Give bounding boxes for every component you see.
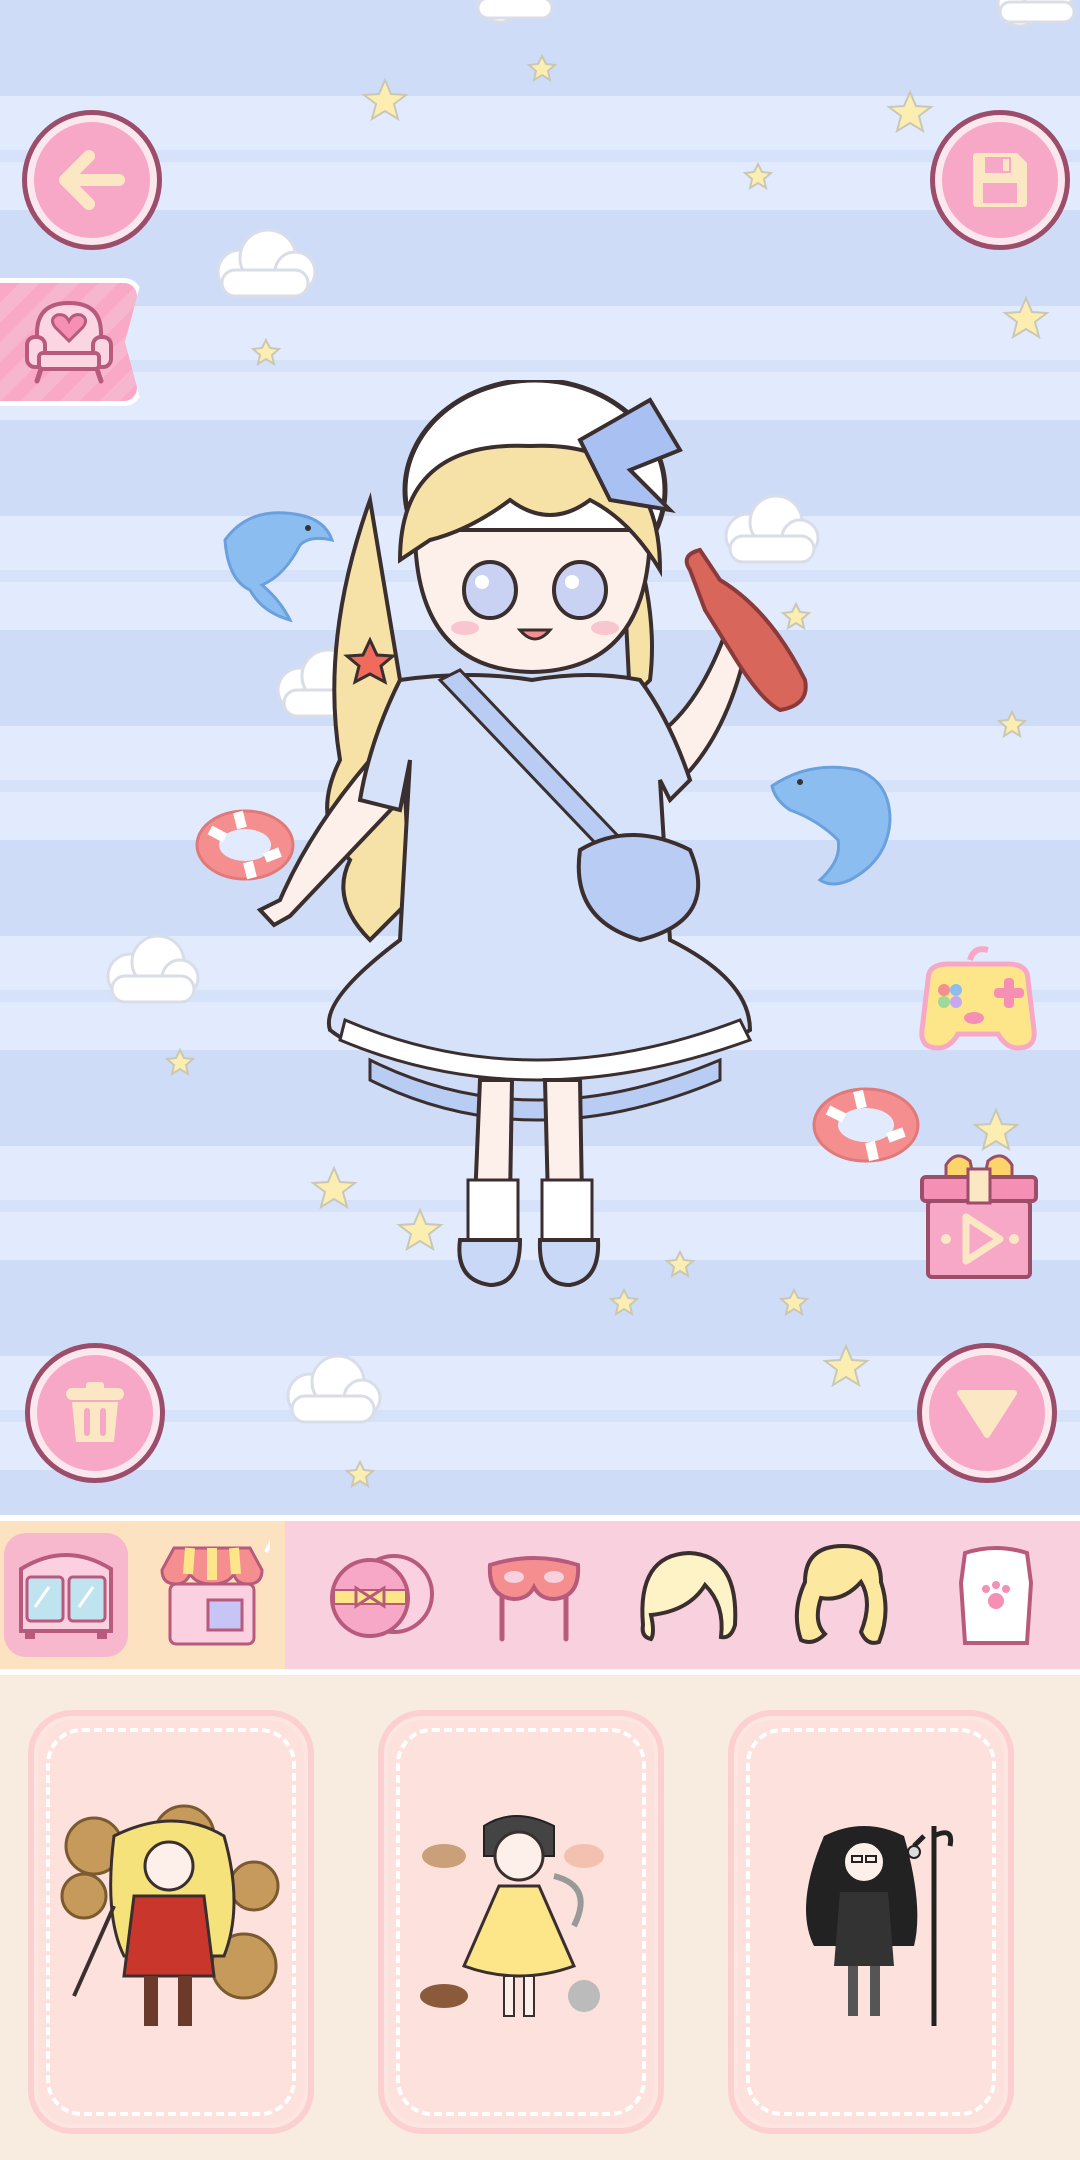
shirt-icon [958, 1546, 1034, 1645]
back-button[interactable] [22, 110, 162, 250]
eye-mask-icon [487, 1556, 581, 1642]
star-icon [361, 77, 409, 122]
triangle-down-icon [929, 1355, 1045, 1471]
collapse-button[interactable] [917, 1343, 1057, 1483]
yellow-dress-outfit-thumbnail [420, 1815, 604, 2017]
category-bar [0, 1515, 1080, 1675]
tab-long-hair[interactable] [780, 1533, 904, 1657]
star-icon [344, 1459, 376, 1489]
star-icon [886, 89, 934, 134]
dressup-stage [0, 0, 1080, 1515]
gamepad-icon[interactable] [908, 940, 1048, 1070]
tab-makeup[interactable] [320, 1533, 444, 1657]
save-button[interactable] [930, 110, 1070, 250]
star-icon [742, 161, 774, 191]
tab-shop[interactable] [150, 1533, 274, 1657]
heart-sofa-icon [24, 300, 113, 384]
star-icon [164, 1047, 196, 1077]
long-hair-icon [794, 1543, 888, 1645]
furniture-tab[interactable] [0, 278, 142, 406]
cloud-icon [476, 0, 554, 24]
doll-character[interactable] [250, 380, 810, 1340]
trash-icon [37, 1355, 153, 1471]
outfit-card-steampunk[interactable] [28, 1710, 314, 2134]
save-disk-icon [942, 122, 1058, 238]
short-hair-icon [640, 1550, 738, 1642]
black-gothic-outfit-thumbnail [806, 1826, 954, 2026]
star-icon [996, 709, 1028, 739]
steampunk-outfit-thumbnail [60, 1804, 280, 2026]
outfit-list [0, 1680, 1080, 2160]
star-icon [250, 337, 282, 367]
star-icon [1002, 295, 1050, 340]
compact-mirror-icon [330, 1554, 434, 1638]
star-icon [972, 1107, 1020, 1152]
star-icon [526, 53, 558, 83]
arrow-left-icon [34, 122, 150, 238]
tab-tops[interactable] [934, 1533, 1058, 1657]
gift-video-icon[interactable] [916, 1145, 1042, 1285]
star-icon [822, 1343, 870, 1388]
tab-short-hair[interactable] [626, 1533, 750, 1657]
cloud-icon [216, 228, 317, 298]
outfit-card-black-gothic[interactable] [728, 1710, 1014, 2134]
trash-button[interactable] [25, 1343, 165, 1483]
outfit-card-yellow-dress[interactable] [378, 1710, 664, 2134]
tab-wardrobe[interactable] [4, 1533, 128, 1657]
wardrobe-icon [19, 1553, 113, 1639]
tab-mask[interactable] [472, 1533, 596, 1657]
cloud-icon [106, 934, 200, 1004]
cloud-icon [286, 1354, 382, 1424]
life-ring-icon [812, 1087, 920, 1163]
cloud-icon [996, 0, 1076, 28]
shop-icon [160, 1540, 270, 1646]
